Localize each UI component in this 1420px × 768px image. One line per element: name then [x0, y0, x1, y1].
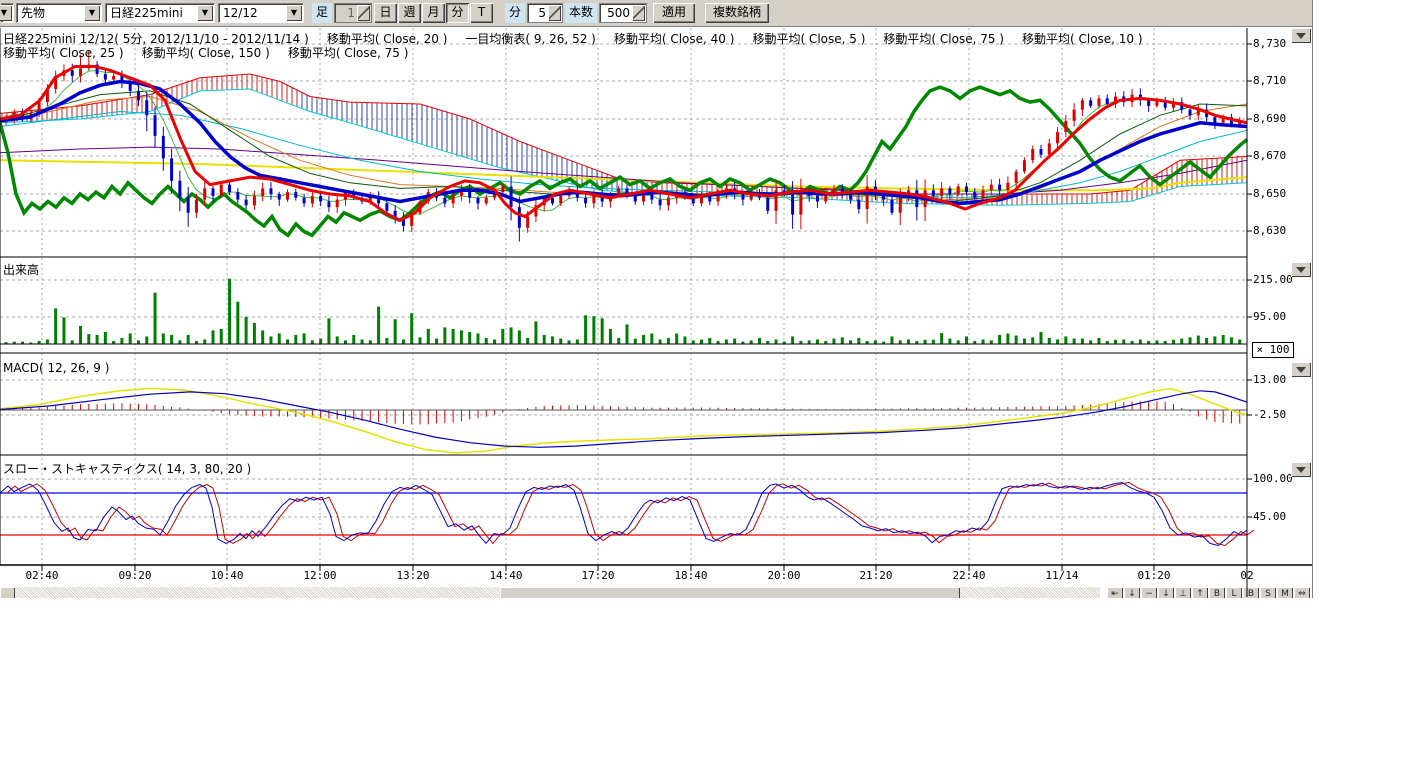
- legend-row-2: 移動平均( Close, 25 ) 移動平均( Close, 150 ) 移動平均(…: [3, 44, 426, 61]
- legend-ma75b: 移動平均( Close, 75 ): [288, 46, 409, 60]
- legend-ma150: 移動平均( Close, 150 ): [142, 46, 270, 60]
- volume-pane-title: 出来高: [3, 261, 39, 278]
- legend-ichimoku: 一目均衡表( 9, 26, 52 ): [465, 32, 595, 46]
- stoch-pane-dropdown-button[interactable]: [1291, 462, 1311, 477]
- macd-pane-title: MACD( 12, 26, 9 ): [3, 361, 109, 375]
- stoch-pane-title: スロー・ストキャスティクス( 14, 3, 80, 20 ): [3, 460, 251, 477]
- chart-application-window: ▼ 先物▼ 日経225mini▼ 12/12▼ 足 1 日 週 月 分 T 分 …: [0, 0, 1313, 598]
- legend-ma75: 移動平均( Close, 75 ): [883, 32, 1004, 46]
- legend-ma25: 移動平均( Close, 25 ): [3, 46, 124, 60]
- volume-pane-dropdown-button[interactable]: [1291, 262, 1311, 277]
- price-pane-dropdown-button[interactable]: [1291, 28, 1311, 43]
- legend-ma10: 移動平均( Close, 10 ): [1022, 32, 1143, 46]
- legend-ma40: 移動平均( Close, 40 ): [614, 32, 735, 46]
- chart-canvas: [0, 0, 1313, 598]
- legend-ma5: 移動平均( Close, 5 ): [752, 32, 865, 46]
- macd-pane-dropdown-button[interactable]: [1291, 362, 1311, 377]
- volume-multiplier-badge: × 100: [1252, 342, 1294, 358]
